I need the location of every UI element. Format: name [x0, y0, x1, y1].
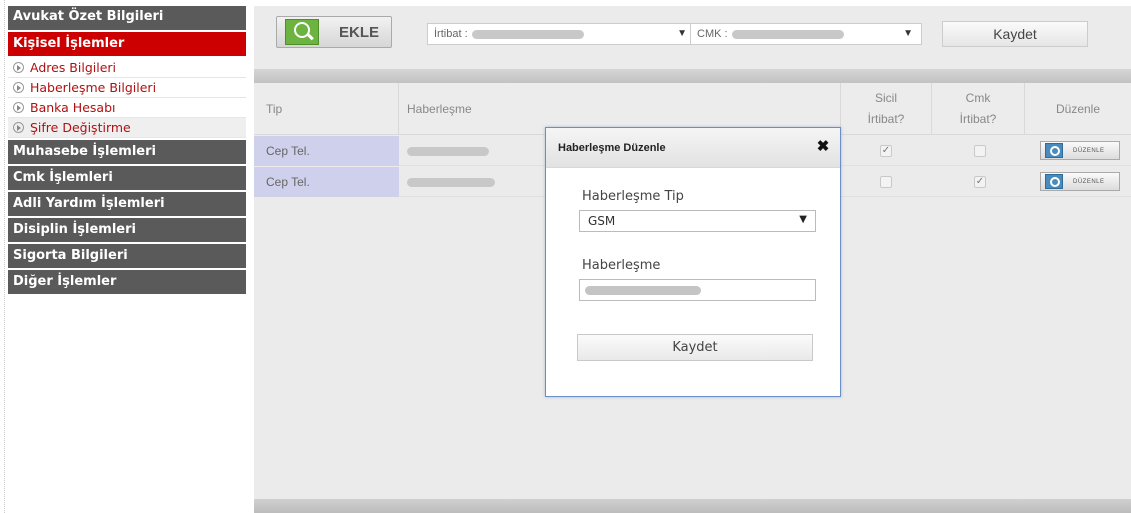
- menu-legal-aid[interactable]: Adli Yardım İşlemleri: [8, 192, 246, 216]
- communication-value-redacted: [585, 285, 701, 295]
- menu-insurance[interactable]: Sigorta Bilgileri: [8, 244, 246, 268]
- edit-button-label: DÜZENLE: [1073, 178, 1105, 185]
- type-select[interactable]: GSM ▼: [579, 210, 816, 232]
- grid-footer-strip: [254, 499, 1131, 513]
- add-search-icon: [285, 19, 319, 45]
- submenu-item-password[interactable]: Şifre Değiştirme: [8, 118, 246, 138]
- dropdown-arrow-icon: ▼: [903, 28, 913, 39]
- cmk-irtibat-checkbox[interactable]: [974, 145, 986, 157]
- header-sicil-line2: İrtibat?: [867, 112, 905, 126]
- edit-communication-dialog: Haberleşme Düzenle ✖ Haberleşme Tip GSM …: [545, 127, 841, 397]
- edit-search-icon: [1045, 143, 1063, 158]
- dropdown-arrow-icon: ▼: [677, 28, 687, 39]
- dialog-title: Haberleşme Düzenle: [558, 141, 666, 154]
- irtibat-select[interactable]: İrtibat : ▼: [427, 23, 696, 45]
- submenu-item-communication[interactable]: Haberleşme Bilgileri: [8, 78, 246, 98]
- phone-value-redacted: [407, 177, 495, 187]
- toolbar: EKLE İrtibat : ▼ CMK : ▼ Kaydet: [254, 6, 1131, 64]
- submenu-item-label: Şifre Değiştirme: [30, 120, 131, 135]
- header-cmk-irtibat[interactable]: Cmk İrtibat?: [932, 83, 1025, 135]
- edit-button[interactable]: DÜZENLE: [1040, 141, 1120, 160]
- type-field-label: Haberleşme Tip: [582, 189, 684, 204]
- menu-summary[interactable]: Avukat Özet Bilgileri: [8, 6, 246, 30]
- header-sicil-line1: Sicil: [874, 91, 897, 105]
- submenu-item-label: Adres Bilgileri: [30, 60, 117, 75]
- communication-input[interactable]: [579, 279, 816, 301]
- submenu-item-label: Banka Hesabı: [30, 100, 116, 115]
- cmk-value-redacted: [731, 29, 844, 39]
- menu-discipline[interactable]: Disiplin İşlemleri: [8, 218, 246, 242]
- grid-toolbar-strip: [254, 69, 1131, 83]
- menu-accounting[interactable]: Muhasebe İşlemleri: [8, 140, 246, 164]
- submenu-item-label: Haberleşme Bilgileri: [30, 80, 157, 95]
- arrow-circle-icon: [13, 82, 24, 93]
- dialog-save-button[interactable]: Kaydet: [577, 334, 813, 361]
- header-sicil-irtibat[interactable]: Sicil İrtibat?: [841, 83, 932, 135]
- add-button-label: EKLE: [339, 23, 380, 41]
- value-field-label: Haberleşme: [582, 258, 661, 273]
- irtibat-value-redacted: [471, 29, 584, 39]
- dialog-titlebar: Haberleşme Düzenle ✖: [546, 128, 840, 168]
- arrow-circle-icon: [13, 62, 24, 73]
- cell-tip: Cep Tel.: [254, 167, 399, 197]
- phone-value-redacted: [407, 146, 489, 156]
- type-select-value: GSM: [588, 214, 616, 228]
- menu-other[interactable]: Diğer İşlemler: [8, 270, 246, 294]
- sidebar-divider: [4, 0, 5, 513]
- edit-search-icon: [1045, 174, 1063, 189]
- save-button[interactable]: Kaydet: [942, 21, 1088, 47]
- close-icon[interactable]: ✖: [816, 139, 830, 154]
- add-button[interactable]: EKLE: [276, 16, 392, 48]
- submenu-item-address[interactable]: Adres Bilgileri: [8, 58, 246, 78]
- sidebar: Avukat Özet Bilgileri Kişisel İşlemler A…: [8, 6, 246, 296]
- edit-button[interactable]: DÜZENLE: [1040, 172, 1120, 191]
- submenu-item-bank[interactable]: Banka Hesabı: [8, 98, 246, 118]
- personal-submenu: Adres Bilgileri Haberleşme Bilgileri Ban…: [8, 58, 246, 138]
- header-tip[interactable]: Tip: [254, 83, 399, 135]
- page: Avukat Özet Bilgileri Kişisel İşlemler A…: [0, 0, 1131, 513]
- cell-tip: Cep Tel.: [254, 136, 399, 166]
- menu-cmk[interactable]: Cmk İşlemleri: [8, 166, 246, 190]
- arrow-circle-icon: [13, 102, 24, 113]
- header-cmk-line2: İrtibat?: [959, 112, 997, 126]
- arrow-circle-icon: [13, 122, 24, 133]
- cmk-select[interactable]: CMK : ▼: [690, 23, 922, 45]
- header-cmk-line1: Cmk: [965, 91, 991, 105]
- sicil-irtibat-checkbox[interactable]: [880, 176, 892, 188]
- header-duzenle: Düzenle: [1055, 102, 1101, 116]
- menu-personal[interactable]: Kişisel İşlemler: [8, 32, 246, 56]
- sicil-irtibat-checkbox[interactable]: ✓: [880, 145, 892, 157]
- dropdown-arrow-icon: ▼: [799, 214, 807, 225]
- cmk-label: CMK :: [697, 28, 728, 40]
- edit-button-label: DÜZENLE: [1073, 147, 1105, 154]
- cmk-irtibat-checkbox[interactable]: ✓: [974, 176, 986, 188]
- irtibat-label: İrtibat :: [434, 28, 468, 40]
